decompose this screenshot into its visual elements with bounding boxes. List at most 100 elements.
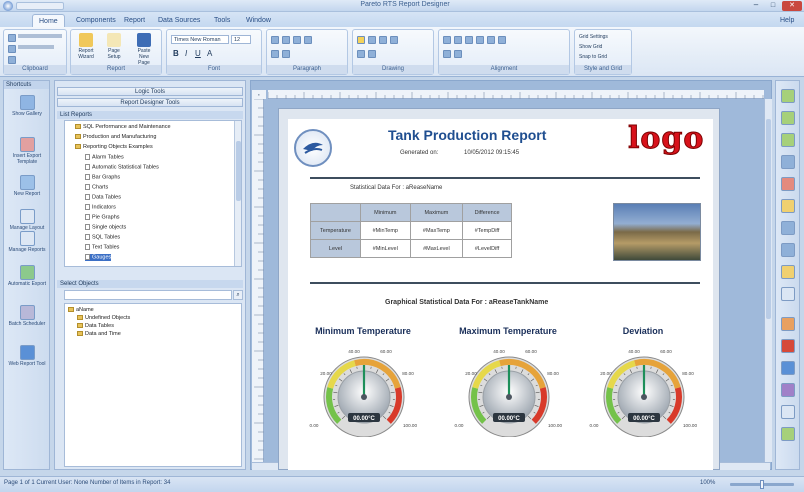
line-icon[interactable] xyxy=(368,36,376,44)
tab-components[interactable]: Components xyxy=(70,14,122,27)
app-icon[interactable] xyxy=(3,1,13,11)
justify-icon[interactable] xyxy=(304,36,312,44)
tree-item[interactable]: Data Tables xyxy=(85,194,121,201)
shortcut-export-template[interactable]: Insert Export Template xyxy=(7,137,47,165)
data-table-icon[interactable] xyxy=(781,361,795,375)
same-height-icon[interactable] xyxy=(498,36,506,44)
object-item[interactable]: Undefined Objects xyxy=(77,315,130,322)
align-center-icon[interactable] xyxy=(282,36,290,44)
gauge[interactable]: 00.00°C 20.00 40.00 60.00 80.00 100.00 0.00 xyxy=(308,341,420,439)
add-text-icon[interactable] xyxy=(781,133,795,147)
font-color-button[interactable]: A xyxy=(207,49,212,58)
tree-item[interactable]: Bar Graphs xyxy=(85,174,120,181)
object-item[interactable]: Data and Time xyxy=(77,331,121,338)
statistics-table[interactable]: Minimum Maximum Difference Temperature #… xyxy=(310,203,512,258)
tree-item[interactable]: Single objects xyxy=(85,224,126,231)
tree-item[interactable]: Automatic Statistical Tables xyxy=(85,164,159,171)
shape-icon[interactable] xyxy=(357,36,365,44)
report-canvas[interactable]: Tank Production Report Generated on: 10/… xyxy=(288,119,713,470)
report-title[interactable]: Tank Production Report xyxy=(388,127,598,143)
plant-image[interactable] xyxy=(613,203,701,261)
send-back-icon[interactable] xyxy=(454,50,462,58)
shortcut-batch-scheduler[interactable]: Batch Scheduler xyxy=(7,305,47,327)
quick-access-toolbar[interactable] xyxy=(16,2,64,10)
bring-front-icon[interactable] xyxy=(443,50,451,58)
tree-item[interactable]: Pie Graphs xyxy=(85,214,120,221)
objects-tree[interactable]: aName Undefined Objects Data Tables Data an… xyxy=(64,303,242,467)
object-item[interactable]: aName xyxy=(68,307,94,314)
align-middle-icon[interactable] xyxy=(454,36,462,44)
generated-value[interactable]: 10/05/2012 09:15:45 xyxy=(464,150,519,156)
gauge[interactable]: 00.00°C 20.00 40.00 60.00 80.00 100.00 0.00 xyxy=(588,341,700,439)
export-icon[interactable] xyxy=(781,427,795,441)
page-setup-button[interactable]: Page Setup xyxy=(103,32,125,60)
tree-scrollbar[interactable] xyxy=(234,121,241,266)
pie-graph-icon[interactable] xyxy=(781,317,795,331)
tree-item[interactable]: Gauges xyxy=(85,254,112,262)
ellipse-icon[interactable] xyxy=(390,36,398,44)
tree-item[interactable]: SQL Performance and Maintenance xyxy=(75,124,171,131)
shortcut-automatic-export[interactable]: Automatic Export xyxy=(7,265,47,287)
tab-window[interactable]: Window xyxy=(240,14,277,27)
gauge-title[interactable]: Maximum Temperature xyxy=(448,326,568,336)
object-search-input[interactable] xyxy=(64,290,232,300)
alarm-icon[interactable] xyxy=(781,339,795,353)
underline-button[interactable]: U xyxy=(195,49,201,58)
gauge[interactable]: 00.00°C 20.00 40.00 60.00 80.00 100.00 0.00 xyxy=(453,341,565,439)
distribute-icon[interactable] xyxy=(476,36,484,44)
logic-tools-button[interactable]: Logic Tools xyxy=(57,87,243,96)
show-grid-button[interactable]: Show Grid xyxy=(579,44,602,50)
text-box-icon[interactable] xyxy=(368,50,376,58)
tab-home[interactable]: Home xyxy=(32,14,65,27)
generated-label[interactable]: Generated on: xyxy=(400,150,438,156)
line-icon[interactable] xyxy=(781,287,795,301)
align-top-icon[interactable] xyxy=(443,36,451,44)
italic-button[interactable]: I xyxy=(185,49,187,58)
indent-icon[interactable] xyxy=(271,50,279,58)
shortcut-web-report[interactable]: Web Report Tool xyxy=(7,345,47,367)
indicator-icon[interactable] xyxy=(781,265,795,279)
close-button[interactable]: ✕ xyxy=(782,1,802,11)
tree-item[interactable]: Reporting Objects Examples xyxy=(75,144,153,151)
tree-item[interactable]: SQL Tables xyxy=(85,234,120,241)
bar-graph-icon[interactable] xyxy=(781,199,795,213)
minimize-button[interactable]: – xyxy=(748,1,764,11)
align-left-icon[interactable] xyxy=(271,36,279,44)
barcode-icon[interactable] xyxy=(781,405,795,419)
shortcut-manage-layout[interactable]: Manage Layout xyxy=(7,209,47,231)
help-button[interactable]: Help xyxy=(774,14,800,27)
copy-icon[interactable] xyxy=(8,34,16,42)
gauge-icon[interactable] xyxy=(781,243,795,257)
tree-item[interactable]: Text Tables xyxy=(85,244,119,251)
cut-icon[interactable] xyxy=(8,56,16,64)
paste-new-page-button[interactable]: Paste New Page xyxy=(133,32,155,66)
vertical-scrollbar[interactable] xyxy=(764,99,772,462)
report-designer-tools-button[interactable]: Report Designer Tools xyxy=(57,98,243,107)
shortcut-manage-reports[interactable]: Manage Reports xyxy=(7,231,47,253)
align-bottom-icon[interactable] xyxy=(465,36,473,44)
zoom-slider[interactable] xyxy=(730,480,794,489)
grid-settings-button[interactable]: Grid Settings xyxy=(579,34,608,40)
same-width-icon[interactable] xyxy=(487,36,495,44)
rectangle-icon[interactable] xyxy=(379,36,387,44)
search-icon[interactable]: ⌕ xyxy=(233,290,243,300)
gauge-title[interactable]: Deviation xyxy=(583,326,703,336)
gauge-title[interactable]: Minimum Temperature xyxy=(303,326,423,336)
logo-text[interactable]: logo xyxy=(627,121,704,157)
image-icon[interactable] xyxy=(781,221,795,235)
tree-item[interactable]: Production and Manufacturing xyxy=(75,134,156,141)
maximize-button[interactable]: □ xyxy=(765,1,781,11)
tree-item[interactable]: Indicators xyxy=(85,204,116,211)
report-wizard-button[interactable]: Report Wizard xyxy=(75,32,97,60)
font-name-select[interactable]: Times New Roman xyxy=(171,35,229,44)
shortcut-show-gallery[interactable]: Show Gallery xyxy=(7,95,47,117)
outdent-icon[interactable] xyxy=(282,50,290,58)
align-right-icon[interactable] xyxy=(293,36,301,44)
font-size-select[interactable]: 12 xyxy=(231,35,251,44)
tab-data-sources[interactable]: Data Sources xyxy=(152,14,206,27)
tab-tools[interactable]: Tools xyxy=(208,14,236,27)
paste-icon[interactable] xyxy=(8,45,16,53)
sql-table-icon[interactable] xyxy=(781,383,795,397)
stats-heading[interactable]: Statistical Data For : aReaseName xyxy=(350,185,442,191)
snap-grid-button[interactable]: Snap to Grid xyxy=(579,54,607,60)
